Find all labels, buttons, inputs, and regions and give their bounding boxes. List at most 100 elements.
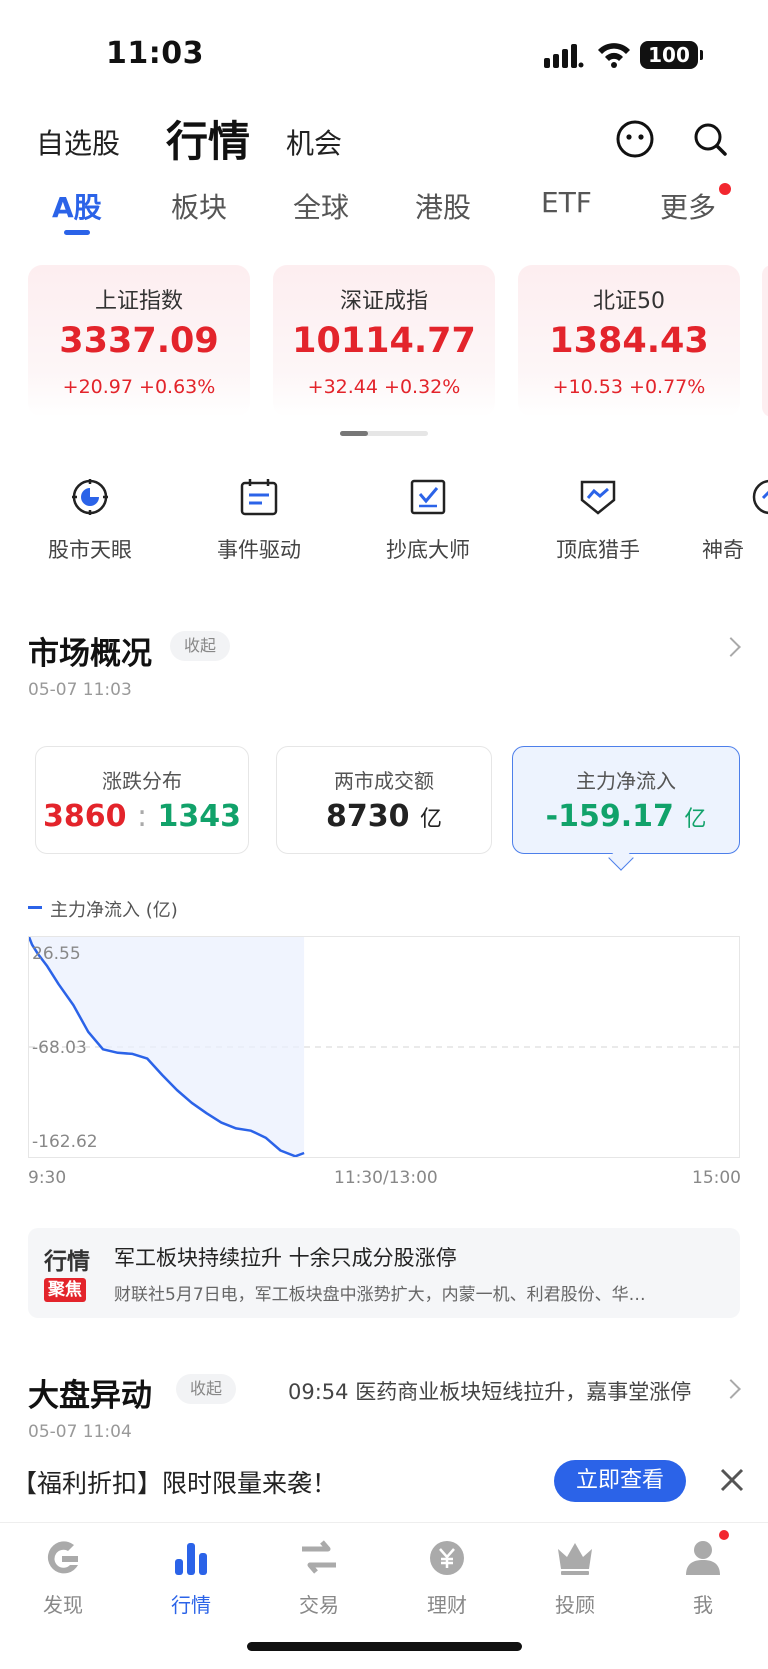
index-card-beijing50[interactable]: 北证50 1384.43 +10.53 +0.77%	[518, 265, 740, 417]
notification-dot	[719, 183, 731, 195]
stat-unit: 亿	[684, 807, 707, 832]
carousel-thumb	[340, 431, 368, 436]
battery-icon: 100	[640, 41, 703, 69]
nav-label: 交易	[299, 1593, 339, 1617]
nav-wealth[interactable]: 理财	[392, 1537, 502, 1618]
y-tick-mid: -68.03	[32, 1038, 87, 1058]
chevron-right-icon[interactable]	[721, 637, 741, 657]
magic-icon	[752, 479, 768, 515]
nav-label: 理财	[427, 1593, 467, 1617]
nav-discover[interactable]: 发现	[8, 1537, 118, 1618]
stat-value: -159.17 亿	[513, 799, 739, 834]
close-icon[interactable]	[716, 1464, 748, 1496]
shield-chart-icon	[580, 480, 616, 515]
stat-advance-decline[interactable]: 涨跌分布 3860 : 1343	[35, 746, 249, 854]
tab-hk[interactable]: 港股	[415, 186, 471, 226]
index-change: +20.97 +0.63%	[62, 376, 216, 398]
status-time: 11:03	[106, 36, 204, 71]
index-change: +32.44 +0.32%	[307, 376, 461, 398]
discover-icon	[47, 1541, 78, 1574]
stat-turnover[interactable]: 两市成交额 8730 亿	[276, 746, 492, 854]
news-summary: 财联社5月7日电，军工板块盘中涨势扩大，内蒙一机、利君股份、华…	[114, 1285, 646, 1305]
index-card-shanghai[interactable]: 上证指数 3337.09 +20.97 +0.63%	[28, 265, 250, 417]
stat-label: 涨跌分布	[102, 769, 182, 793]
y-tick-bottom: -162.62	[32, 1132, 98, 1152]
market-tabs: A股 板块 全球 港股 ETF 更多	[0, 186, 768, 236]
stat-value: 8730 亿	[277, 799, 491, 834]
nav-label: 我	[693, 1593, 713, 1617]
x-tick-close: 15:00	[692, 1168, 741, 1188]
profile-icon	[686, 1541, 720, 1575]
tool-event-driven[interactable]: 事件驱动	[194, 476, 324, 564]
chart-svg	[27, 936, 739, 1158]
tab-opportunity[interactable]: 机会	[286, 122, 342, 162]
promo-banner: 【福利折扣】限时限量来袭！ 立即查看	[0, 1448, 768, 1514]
tab-market[interactable]: 行情	[166, 108, 250, 169]
nav-profile[interactable]: 我	[648, 1537, 758, 1618]
tool-bottom-master[interactable]: 抄底大师	[363, 476, 493, 564]
stat-main-net-inflow[interactable]: 主力净流入 -159.17 亿	[512, 746, 740, 854]
tool-top-bottom-hunter[interactable]: 顶底猎手	[533, 476, 663, 564]
tab-watchlist[interactable]: 自选股	[36, 122, 120, 162]
profile-notification-dot	[719, 1530, 729, 1540]
tool-label: 事件驱动	[217, 538, 301, 562]
home-indicator[interactable]	[247, 1642, 522, 1651]
search-icon[interactable]	[689, 118, 731, 160]
news-title: 军工板块持续拉升 十余只成分股涨停	[114, 1246, 457, 1270]
nav-trade[interactable]: 交易	[264, 1537, 374, 1618]
index-value: 1384.43	[549, 321, 709, 361]
active-tab-indicator	[64, 230, 90, 235]
market-chart-icon	[175, 1543, 207, 1575]
collapse-button[interactable]: 收起	[176, 1374, 237, 1404]
tool-label: 股市天眼	[48, 538, 132, 562]
tab-etf[interactable]: ETF	[541, 186, 592, 219]
index-name: 深证成指	[339, 289, 428, 314]
tab-global[interactable]: 全球	[293, 186, 349, 226]
nav-label: 发现	[43, 1593, 83, 1617]
nav-advisor[interactable]: 投顾	[520, 1537, 630, 1618]
movement-headline[interactable]: 09:54 医药商业板块短线拉升，嘉事堂涨停	[288, 1376, 691, 1406]
bottom-fishing-icon	[410, 479, 446, 515]
stat-unit: 亿	[419, 807, 442, 832]
promo-text: 【福利折扣】限时限量来袭！	[12, 1469, 338, 1498]
advisor-crown-icon	[558, 1543, 592, 1575]
news-card[interactable]: 行情 聚焦 军工板块持续拉升 十余只成分股涨停 财联社5月7日电，军工板块盘中涨…	[28, 1228, 740, 1318]
tab-more[interactable]: 更多	[660, 186, 716, 226]
tool-market-eye[interactable]: 股市天眼	[25, 476, 155, 564]
net-inflow-value: -159.17	[545, 799, 674, 834]
market-overview-time: 05-07 11:03	[28, 680, 132, 700]
index-name: 北证50	[593, 289, 665, 314]
chevron-right-icon[interactable]	[721, 1379, 741, 1399]
nav-market[interactable]: 行情	[136, 1537, 246, 1618]
ratio-separator: :	[136, 799, 148, 834]
stat-label: 主力净流入	[576, 769, 676, 793]
index-card-peek[interactable]	[762, 265, 768, 417]
market-overview-title: 市场概况	[28, 636, 152, 672]
trade-arrows-icon	[302, 1540, 336, 1574]
promo-view-button[interactable]: 立即查看	[554, 1460, 686, 1502]
index-value: 10114.77	[292, 321, 476, 361]
tool-label: 抄底大师	[386, 538, 470, 562]
index-name: 上证指数	[94, 289, 183, 314]
face-icon[interactable]	[614, 118, 656, 160]
tab-sectors[interactable]: 板块	[171, 186, 227, 226]
x-tick-open: 9:30	[28, 1168, 67, 1188]
tab-a-shares[interactable]: A股	[52, 186, 102, 226]
tool-magic[interactable]: 神奇	[702, 476, 768, 564]
legend-swatch	[28, 906, 42, 909]
wealth-coin-icon	[430, 1541, 464, 1575]
net-inflow-chart[interactable]	[27, 936, 740, 1158]
collapse-button[interactable]: 收起	[170, 631, 231, 661]
nav-label: 行情	[171, 1593, 211, 1617]
market-movement-time: 05-07 11:04	[28, 1422, 132, 1442]
y-tick-top: 26.55	[32, 944, 81, 964]
index-change: +10.53 +0.77%	[552, 376, 706, 398]
tool-label: 顶底猎手	[556, 538, 640, 562]
market-movement-title: 大盘异动	[28, 1378, 152, 1414]
stat-label: 两市成交额	[334, 769, 434, 793]
x-tick-midday: 11:30/13:00	[334, 1168, 438, 1188]
index-card-shenzhen[interactable]: 深证成指 10114.77 +32.44 +0.32%	[273, 265, 495, 417]
news-logo: 行情	[44, 1249, 90, 1275]
wifi-icon	[598, 43, 630, 68]
index-value: 3337.09	[59, 321, 219, 361]
